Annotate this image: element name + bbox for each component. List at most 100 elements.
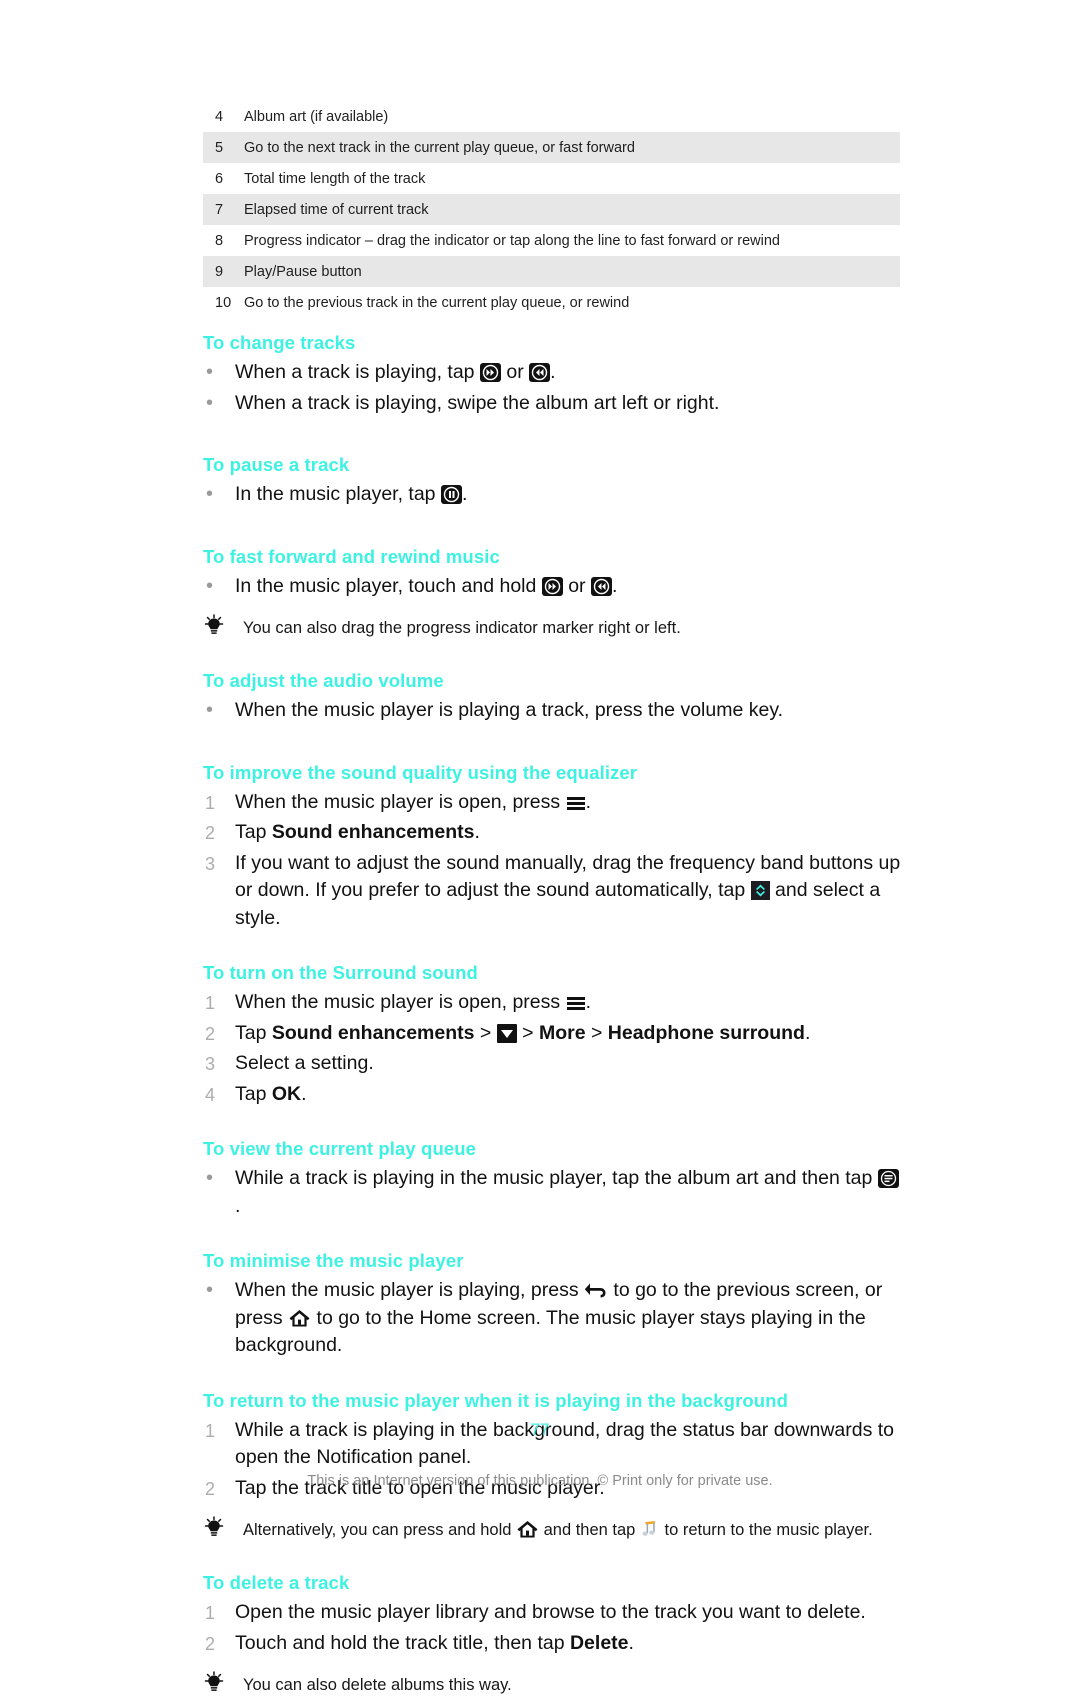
item-text-pre: Tap <box>235 1021 272 1044</box>
step-number: 1 <box>205 792 216 813</box>
item-text-pre: In the music player, touch and hold <box>235 574 542 597</box>
item-sep-3: > <box>585 1021 608 1044</box>
item-text-pre: When the music player is open, press <box>235 991 566 1013</box>
bullet-marker: • <box>206 483 214 505</box>
music-note-icon[interactable] <box>640 1519 660 1539</box>
row-description: Total time length of the track <box>244 170 426 187</box>
row-description: Progress indicator – drag the indicator … <box>244 232 780 249</box>
next-track-icon[interactable] <box>541 576 563 596</box>
list-item: • When the music player is playing, pres… <box>203 1277 903 1360</box>
section-heading: To view the current play queue <box>203 1138 477 1159</box>
item-text-bold: OK <box>271 1082 302 1105</box>
back-arrow-icon[interactable] <box>584 1280 608 1300</box>
item-text-post: . <box>628 1631 634 1654</box>
previous-track-icon[interactable] <box>590 576 612 596</box>
home-icon[interactable] <box>288 1308 311 1328</box>
list-item: • When the music player is playing a tra… <box>203 697 903 725</box>
list-item: 3 If you want to adjust the sound manual… <box>203 850 903 933</box>
section-change-tracks: To change tracks • When a track is playi… <box>203 330 903 417</box>
bullet-list: • When the music player is playing a tra… <box>203 697 903 725</box>
item-text-post: . <box>804 1021 811 1044</box>
table-row: 8 Progress indicator – drag the indicato… <box>203 225 900 256</box>
section-heading: To return to the music player when it is… <box>203 1389 788 1411</box>
item-text: Open the music player library and browse… <box>235 1601 866 1623</box>
menu-icon[interactable] <box>566 795 586 812</box>
section-delete-track: To delete a track 1 Open the music playe… <box>203 1570 903 1697</box>
item-text-post: to go to the Home screen. The music play… <box>235 1306 866 1357</box>
bullet-list: • In the music player, touch and hold or… <box>203 573 903 601</box>
bullet-list: • When the music player is playing, pres… <box>203 1277 903 1360</box>
item-text-pre: While a track is playing in the music pl… <box>235 1167 878 1189</box>
play-queue-icon[interactable] <box>877 1169 899 1188</box>
list-item: • While a track is playing in the music … <box>203 1165 903 1220</box>
item-text-mid: or <box>500 361 530 383</box>
list-item: • In the music player, touch and hold or… <box>203 573 903 601</box>
list-item: 1 When the music player is open, press . <box>203 789 903 817</box>
bullet-list: • While a track is playing in the music … <box>203 1165 903 1220</box>
item-text-post: . <box>611 574 618 597</box>
list-item: 2 Touch and hold the track title, then t… <box>203 1630 903 1658</box>
item-sep-2: > <box>516 1021 539 1044</box>
light-bulb-icon <box>201 613 227 644</box>
list-item: 4 Tap OK. <box>203 1081 903 1109</box>
next-track-icon[interactable] <box>479 363 501 382</box>
table-row: 7 Elapsed time of current track <box>203 194 900 225</box>
section-heading: To change tracks <box>203 332 356 353</box>
item-text-post: . <box>585 790 591 813</box>
page-number: 77 <box>530 1420 550 1439</box>
item-text-pre: When the music player is playing, press <box>235 1279 584 1301</box>
row-description: Elapsed time of current track <box>244 201 429 218</box>
tip-text-post: to return to the music player. <box>659 1521 873 1539</box>
section-heading: To improve the sound quality using the e… <box>203 761 638 783</box>
item-text: When a track is playing, swipe the album… <box>235 391 720 414</box>
table-row: 5 Go to the next track in the current pl… <box>203 132 900 163</box>
step-list: 1 When the music player is open, press .… <box>203 989 903 1108</box>
table-row: 6 Total time length of the track <box>203 163 900 194</box>
row-number: 5 <box>215 139 224 156</box>
item-text-pre: Tap <box>235 1082 272 1105</box>
pause-icon[interactable] <box>440 485 462 504</box>
step-number: 4 <box>205 1084 216 1105</box>
tip-text: You can also drag the progress indicator… <box>243 619 681 637</box>
list-item: 3 Select a setting. <box>203 1050 903 1078</box>
item-text-post: . <box>461 483 468 505</box>
step-number: 2 <box>205 823 216 843</box>
row-number: 8 <box>215 232 224 249</box>
dropdown-triangle-icon[interactable] <box>496 1023 517 1043</box>
item-text-post: . <box>550 361 556 383</box>
light-bulb-icon <box>201 1670 227 1701</box>
section-heading: To turn on the Surround sound <box>203 962 478 983</box>
item-text-post: . <box>301 1082 307 1105</box>
step-number: 3 <box>205 853 216 874</box>
table-row: 10 Go to the previous track in the curre… <box>203 287 900 318</box>
section-minimise-player: To minimise the music player • When the … <box>203 1248 903 1360</box>
previous-track-icon[interactable] <box>529 363 551 382</box>
section-play-queue: To view the current play queue • While a… <box>203 1136 903 1220</box>
tip-note: You can also drag the progress indicator… <box>203 614 903 640</box>
tip-text: You can also delete albums this way. <box>243 1676 512 1694</box>
row-description: Album art (if available) <box>244 108 389 125</box>
section-equalizer: To improve the sound quality using the e… <box>203 760 903 933</box>
row-description: Go to the next track in the current play… <box>244 139 635 156</box>
row-number: 10 <box>215 294 232 311</box>
item-sep-1: > <box>474 1021 497 1044</box>
menu-icon[interactable] <box>566 995 586 1012</box>
home-icon[interactable] <box>516 1519 539 1539</box>
tip-text-pre: Alternatively, you can press and hold <box>243 1521 517 1539</box>
section-heading: To minimise the music player <box>203 1250 464 1271</box>
section-heading: To adjust the audio volume <box>203 670 444 691</box>
item-text-bold: Sound enhancements <box>271 821 475 843</box>
up-down-chevron-icon[interactable] <box>750 881 770 900</box>
row-description: Go to the previous track in the current … <box>244 294 630 311</box>
section-adjust-volume: To adjust the audio volume • When the mu… <box>203 668 903 725</box>
reference-table: 4 Album art (if available) 5 Go to the n… <box>203 101 900 318</box>
section-return-background: To return to the music player when it is… <box>203 1388 903 1543</box>
bullet-list: • In the music player, tap . <box>203 481 903 509</box>
document-page: 4 Album art (if available) 5 Go to the n… <box>0 0 1080 1694</box>
section-fast-forward-rewind: To fast forward and rewind music • In th… <box>203 544 903 641</box>
bullet-marker: • <box>206 699 214 721</box>
footer-note: This is an Internet version of this publ… <box>307 1473 773 1489</box>
item-text-pre: In the music player, tap <box>235 483 441 505</box>
bullet-marker: • <box>206 361 214 383</box>
row-number: 7 <box>215 201 224 218</box>
